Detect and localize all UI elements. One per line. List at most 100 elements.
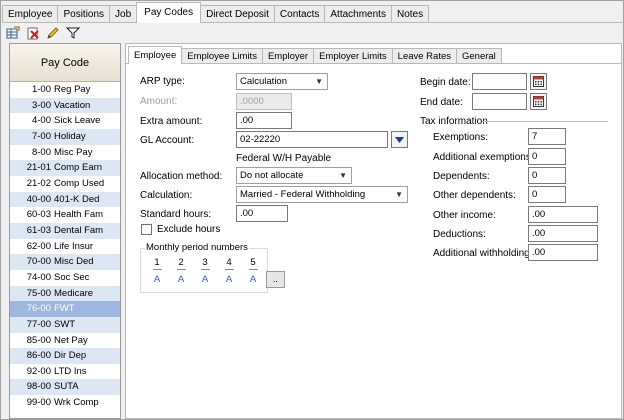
list-item[interactable]: 3-00 Vacation: [10, 97, 120, 114]
period-value[interactable]: A: [248, 274, 258, 285]
list-item[interactable]: 61-03 Dental Fam: [10, 222, 120, 239]
period-number: 2: [178, 257, 184, 268]
tab-contacts[interactable]: Contacts: [273, 5, 326, 23]
dependents-field[interactable]: 0: [528, 167, 566, 184]
exclude-hours-checkbox[interactable]: [141, 224, 152, 235]
chevron-down-icon: [395, 136, 404, 143]
list-item[interactable]: 62-00 Life Insur: [10, 239, 120, 255]
list-item[interactable]: 99-00 Wrk Comp: [10, 395, 120, 411]
tab-job[interactable]: Job: [109, 5, 138, 23]
end-date-calendar-button[interactable]: [530, 93, 547, 110]
list-item[interactable]: 74-00 Soc Sec: [10, 270, 120, 286]
window-frame: Employee Positions Job Pay Codes Direct …: [0, 0, 624, 420]
period-number: 5: [250, 257, 256, 268]
tab-positions[interactable]: Positions: [57, 5, 111, 23]
calculation-select[interactable]: Married - Federal Withholding ▼: [236, 186, 408, 203]
period-value[interactable]: A: [200, 274, 210, 285]
pencil-icon[interactable]: [45, 25, 61, 41]
additional-withholding-field[interactable]: .00: [528, 244, 598, 261]
deductions-label: Deductions:: [433, 229, 486, 240]
list-item[interactable]: 98-00 SUTA: [10, 379, 120, 396]
tax-information-title: Tax information: [420, 116, 488, 127]
list-item[interactable]: 4-00 Sick Leave: [10, 113, 120, 129]
calculation-label: Calculation:: [140, 190, 193, 201]
period-underline: [225, 269, 234, 270]
extra-amount-label: Extra amount:: [140, 116, 203, 127]
period-underline: [153, 269, 162, 270]
tab-direct-deposit[interactable]: Direct Deposit: [200, 5, 275, 23]
list-item[interactable]: 1-00 Reg Pay: [10, 82, 120, 98]
list-item[interactable]: 77-00 SWT: [10, 316, 120, 333]
subtab-employer[interactable]: Employer: [261, 48, 315, 64]
exemptions-label: Exemptions:: [433, 132, 489, 143]
tab-employee[interactable]: Employee: [2, 5, 59, 23]
pay-code-list: 1-00 Reg Pay 3-00 Vacation 4-00 Sick Leave …: [10, 82, 120, 411]
other-income-label: Other income:: [433, 210, 496, 221]
gl-account-label: GL Account:: [140, 135, 195, 146]
pay-code-detail-panel: Employee Employee Limits Employer Employ…: [125, 43, 622, 419]
list-item[interactable]: 7-00 Holiday: [10, 128, 120, 145]
chevron-down-icon: ▼: [339, 171, 347, 180]
period-value[interactable]: A: [176, 274, 186, 285]
delete-icon[interactable]: [25, 25, 41, 41]
arp-type-select[interactable]: Calculation ▼: [236, 73, 328, 90]
filter-icon[interactable]: [65, 25, 81, 41]
exemptions-field[interactable]: 7: [528, 128, 566, 145]
other-dependents-field[interactable]: 0: [528, 186, 566, 203]
list-item[interactable]: 75-00 Medicare: [10, 285, 120, 302]
begin-date-field[interactable]: [472, 73, 527, 90]
begin-date-label: Begin date:: [420, 77, 471, 88]
allocation-method-select[interactable]: Do not allocate ▼: [236, 167, 352, 184]
subtab-leave-rates[interactable]: Leave Rates: [391, 48, 457, 64]
subtab-general[interactable]: General: [456, 48, 502, 64]
gl-account-lookup-button[interactable]: [391, 131, 408, 148]
subtab-employee[interactable]: Employee: [128, 46, 183, 64]
more-periods-button[interactable]: ..: [266, 271, 285, 288]
additional-withholding-label: Additional withholding:: [433, 248, 533, 259]
list-item[interactable]: 70-00 Misc Ded: [10, 254, 120, 270]
monthly-period-title: Monthly period numbers: [145, 242, 249, 253]
period-underline: [201, 269, 210, 270]
begin-date-calendar-button[interactable]: [530, 73, 547, 90]
list-item[interactable]: 8-00 Misc Pay: [10, 145, 120, 161]
period-value[interactable]: A: [152, 274, 162, 285]
chevron-down-icon: ▼: [315, 77, 323, 86]
tab-attachments[interactable]: Attachments: [324, 5, 392, 23]
gl-account-description: Federal W/H Payable: [236, 153, 332, 164]
subtab-employee-limits[interactable]: Employee Limits: [181, 48, 263, 64]
dependents-label: Dependents:: [433, 171, 490, 182]
toolbar: [5, 25, 81, 41]
period-value[interactable]: A: [224, 274, 234, 285]
period-underline: [249, 269, 258, 270]
monthly-period-group: Monthly period numbers 1 A 2 A 3 A 4 A 5…: [140, 242, 268, 293]
standard-hours-field[interactable]: .00: [236, 205, 288, 222]
subtab-employer-limits[interactable]: Employer Limits: [313, 48, 393, 64]
period-number: 4: [226, 257, 232, 268]
list-item[interactable]: 40-00 401-K Ded: [10, 191, 120, 208]
grid-edit-icon[interactable]: [5, 25, 21, 41]
calendar-icon: [533, 96, 544, 107]
tab-pay-codes[interactable]: Pay Codes: [136, 2, 202, 23]
list-item[interactable]: 60-03 Health Fam: [10, 207, 120, 223]
other-income-field[interactable]: .00: [528, 206, 598, 223]
period-number: 1: [154, 257, 160, 268]
list-item[interactable]: 21-02 Comp Used: [10, 176, 120, 192]
top-tab-strip: Employee Positions Job Pay Codes Direct …: [2, 2, 430, 23]
tab-notes[interactable]: Notes: [390, 5, 430, 23]
list-item[interactable]: 86-00 Dir Dep: [10, 348, 120, 364]
list-item-selected[interactable]: 76-00 FWT: [10, 301, 120, 317]
end-date-field[interactable]: [472, 93, 527, 110]
deductions-field[interactable]: .00: [528, 225, 598, 242]
additional-exemptions-label: Additional exemptions:: [433, 152, 534, 163]
other-dependents-label: Other dependents:: [433, 190, 516, 201]
list-item[interactable]: 85-00 Net Pay: [10, 333, 120, 349]
list-item[interactable]: 92-00 LTD Ins: [10, 364, 120, 380]
period-underline: [177, 269, 186, 270]
gl-account-field[interactable]: 02-22220: [236, 131, 388, 148]
end-date-label: End date:: [420, 97, 463, 108]
pay-code-header-button[interactable]: Pay Code: [10, 44, 120, 82]
extra-amount-field[interactable]: .00: [236, 112, 292, 129]
standard-hours-label: Standard hours:: [140, 209, 212, 220]
list-item[interactable]: 21-01 Comp Earn: [10, 160, 120, 176]
additional-exemptions-field[interactable]: 0: [528, 148, 566, 165]
